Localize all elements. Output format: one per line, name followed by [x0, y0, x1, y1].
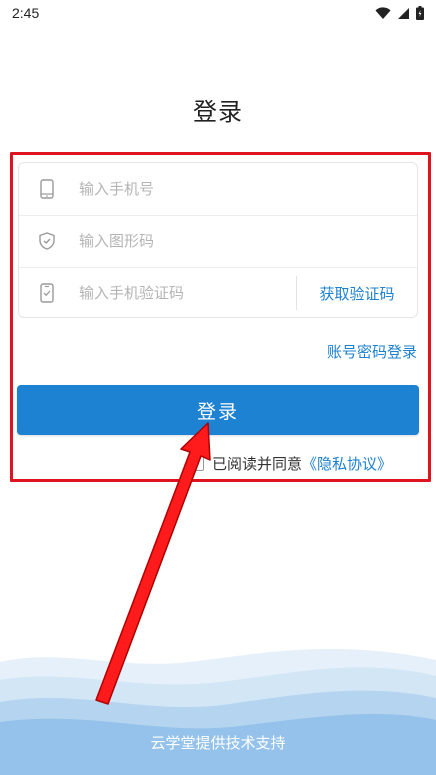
agreement-row: 已阅读并同意 《隐私协议》	[188, 452, 392, 474]
wifi-icon	[375, 6, 391, 19]
page-title: 登录	[193, 98, 243, 126]
status-icons	[375, 6, 424, 20]
privacy-policy-link[interactable]: 《隐私协议》	[302, 453, 392, 474]
footer-credit: 云学堂提供技术支持	[150, 734, 286, 752]
phone-input[interactable]	[79, 169, 417, 209]
shield-icon	[19, 215, 75, 267]
status-bar: 2:45	[0, 0, 436, 26]
sms-phone-icon	[19, 267, 75, 319]
phone-icon	[19, 163, 75, 215]
get-code-button[interactable]: 获取验证码	[297, 283, 417, 304]
battery-icon	[416, 6, 424, 20]
signal-icon	[398, 7, 409, 19]
status-time: 2:45	[12, 5, 40, 21]
account-password-login-link[interactable]: 账号密码登录	[327, 341, 417, 362]
sms-code-input[interactable]	[79, 273, 296, 313]
footer-wave	[0, 648, 436, 775]
captcha-input[interactable]	[79, 221, 417, 261]
sms-code-row: 获取验证码	[19, 267, 417, 319]
login-button[interactable]: 登录	[17, 385, 419, 435]
captcha-row	[19, 215, 417, 268]
login-form-card: 获取验证码	[18, 162, 418, 318]
agreement-text: 已阅读并同意	[212, 454, 303, 473]
phone-row	[19, 163, 417, 216]
agree-checkbox[interactable]	[188, 455, 204, 471]
